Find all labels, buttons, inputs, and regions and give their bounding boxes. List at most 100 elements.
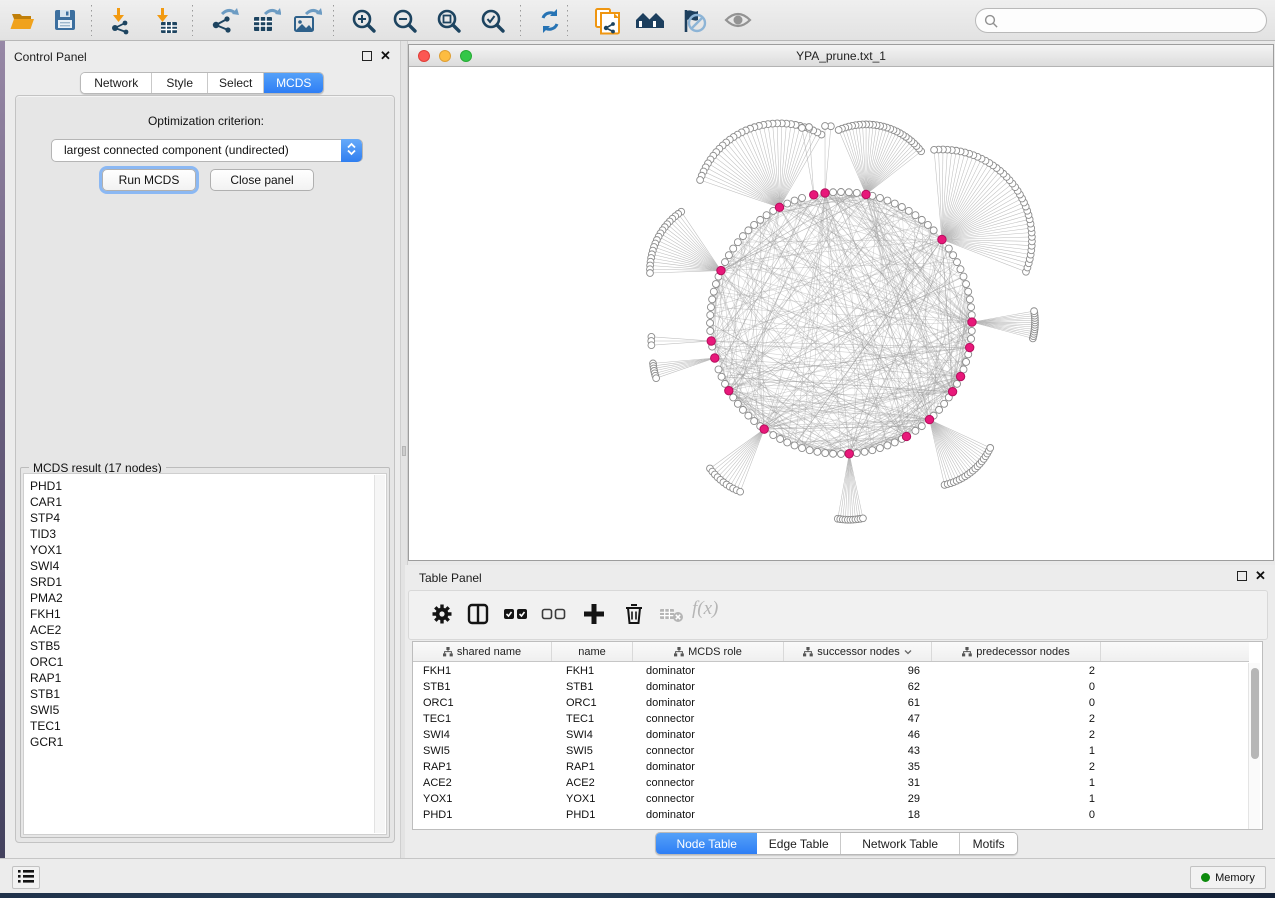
close-panel-button[interactable]: Close panel bbox=[210, 169, 314, 191]
table-row[interactable]: STB1STB1dominator620 bbox=[413, 679, 1249, 695]
tab-network[interactable]: Network bbox=[81, 73, 152, 93]
close-table-panel-icon[interactable]: ✕ bbox=[1255, 571, 1266, 581]
table-row[interactable]: PHD1PHD1dominator180 bbox=[413, 807, 1249, 823]
mcds-result-item[interactable]: PHD1 bbox=[24, 478, 374, 494]
table-row[interactable]: ACE2ACE2connector311 bbox=[413, 775, 1249, 791]
table-row[interactable]: FKH1FKH1dominator962 bbox=[413, 663, 1249, 679]
import-table-icon[interactable] bbox=[151, 7, 181, 35]
mcds-result-list[interactable]: PHD1CAR1STP4TID3YOX1SWI4SRD1PMA2FKH1ACE2… bbox=[23, 473, 387, 835]
cell: RAP1 bbox=[413, 759, 552, 775]
table-row[interactable]: SWI4SWI4dominator462 bbox=[413, 727, 1249, 743]
float-table-panel-icon[interactable] bbox=[1237, 571, 1247, 581]
export-table-icon[interactable] bbox=[251, 7, 281, 35]
add-column-icon[interactable] bbox=[579, 601, 609, 629]
zoom-fit-icon[interactable] bbox=[434, 7, 464, 35]
network-window-title: YPA_prune.txt_1 bbox=[796, 49, 886, 63]
cell: SWI5 bbox=[413, 743, 552, 759]
tab-select[interactable]: Select bbox=[208, 73, 265, 93]
table-row[interactable]: YOX1YOX1connector291 bbox=[413, 791, 1249, 807]
mcds-result-item[interactable]: SWI4 bbox=[24, 558, 374, 574]
application-window: Control Panel ✕ NetworkStyleSelectMCDS O… bbox=[0, 0, 1275, 893]
cell: connector bbox=[633, 791, 784, 807]
export-image-icon[interactable] bbox=[292, 7, 322, 35]
run-mcds-button[interactable]: Run MCDS bbox=[102, 169, 196, 191]
float-panel-icon[interactable] bbox=[362, 51, 372, 61]
cell: 0 bbox=[932, 679, 1101, 695]
mcds-result-item[interactable]: TID3 bbox=[24, 526, 374, 542]
table-row[interactable]: RAP1RAP1dominator352 bbox=[413, 759, 1249, 775]
table-vertical-scrollbar[interactable] bbox=[1248, 663, 1260, 829]
mcds-result-item[interactable]: PMA2 bbox=[24, 590, 374, 606]
show-eye-icon[interactable] bbox=[723, 7, 753, 35]
refresh-layout-icon[interactable] bbox=[535, 7, 565, 35]
table-row[interactable]: TEC1TEC1connector472 bbox=[413, 711, 1249, 727]
mcds-result-item[interactable]: CAR1 bbox=[24, 494, 374, 510]
mcds-result-item[interactable]: SWI5 bbox=[24, 702, 374, 718]
memory-button[interactable]: Memory bbox=[1190, 866, 1266, 889]
status-bar: Memory bbox=[0, 858, 1275, 893]
tab-style[interactable]: Style bbox=[152, 73, 208, 93]
node-table[interactable]: shared namenameMCDS rolesuccessor nodesp… bbox=[412, 641, 1263, 830]
network-window-titlebar[interactable]: YPA_prune.txt_1 bbox=[409, 45, 1273, 67]
column-header-successor-nodes[interactable]: successor nodes bbox=[784, 642, 932, 661]
mcds-result-item[interactable]: RAP1 bbox=[24, 670, 374, 686]
zoom-in-icon[interactable] bbox=[349, 7, 379, 35]
select-all-columns-icon[interactable] bbox=[501, 601, 531, 629]
optimization-criterion-select[interactable]: largest connected component (undirected) bbox=[51, 139, 363, 162]
tab-motifs[interactable]: Motifs bbox=[960, 833, 1017, 854]
duplicate-network-icon[interactable] bbox=[592, 7, 622, 35]
mcds-result-item[interactable]: STP4 bbox=[24, 510, 374, 526]
maximize-window-icon[interactable] bbox=[460, 50, 472, 62]
cell: dominator bbox=[633, 695, 784, 711]
cell: SWI5 bbox=[552, 743, 633, 759]
table-toolbar: f(x) bbox=[408, 590, 1268, 640]
close-panel-icon[interactable]: ✕ bbox=[380, 51, 391, 61]
save-session-icon[interactable] bbox=[50, 7, 80, 35]
criterion-selected-value: largest connected component (undirected) bbox=[64, 143, 289, 157]
delete-table-icon[interactable] bbox=[657, 601, 687, 629]
cell: ORC1 bbox=[413, 695, 552, 711]
mcds-result-item[interactable]: ACE2 bbox=[24, 622, 374, 638]
column-header-shared-name[interactable]: shared name bbox=[413, 642, 552, 661]
cell: 62 bbox=[784, 679, 932, 695]
list-scrollbar-track[interactable] bbox=[374, 475, 385, 833]
mcds-result-item[interactable]: GCR1 bbox=[24, 734, 374, 750]
table-row[interactable]: ORC1ORC1dominator610 bbox=[413, 695, 1249, 711]
tab-mcds[interactable]: MCDS bbox=[264, 73, 323, 93]
zoom-selected-icon[interactable] bbox=[478, 7, 508, 35]
open-file-icon[interactable] bbox=[8, 7, 38, 35]
export-network-icon[interactable] bbox=[209, 7, 239, 35]
scrollbar-thumb[interactable] bbox=[1251, 668, 1259, 759]
cell: PHD1 bbox=[552, 807, 633, 823]
deselect-all-columns-icon[interactable] bbox=[539, 601, 569, 629]
close-window-icon[interactable] bbox=[418, 50, 430, 62]
mcds-result-item[interactable]: TEC1 bbox=[24, 718, 374, 734]
mcds-result-item[interactable]: FKH1 bbox=[24, 606, 374, 622]
mcds-result-item[interactable]: ORC1 bbox=[24, 654, 374, 670]
tab-edge-table[interactable]: Edge Table bbox=[757, 833, 841, 854]
tab-node-table[interactable]: Node Table bbox=[656, 833, 757, 854]
function-builder-icon[interactable]: f(x) bbox=[692, 598, 718, 620]
cell: ORC1 bbox=[552, 695, 633, 711]
column-header-predecessor-nodes[interactable]: predecessor nodes bbox=[932, 642, 1101, 661]
table-panel-mode-icon[interactable] bbox=[463, 601, 493, 629]
mcds-result-item[interactable]: STB1 bbox=[24, 686, 374, 702]
splitter-grip bbox=[402, 446, 406, 456]
import-network-icon[interactable] bbox=[107, 7, 137, 35]
home-layouts-icon[interactable] bbox=[635, 7, 665, 35]
search-input[interactable] bbox=[975, 8, 1267, 33]
delete-column-icon[interactable] bbox=[619, 601, 649, 629]
table-row[interactable]: SWI5SWI5connector431 bbox=[413, 743, 1249, 759]
tab-network-table[interactable]: Network Table bbox=[841, 833, 960, 854]
mcds-result-item[interactable]: STB5 bbox=[24, 638, 374, 654]
show-panels-list-icon[interactable] bbox=[12, 866, 40, 889]
table-gear-icon[interactable] bbox=[427, 601, 457, 629]
zoom-out-icon[interactable] bbox=[390, 7, 420, 35]
column-header-MCDS-role[interactable]: MCDS role bbox=[633, 642, 784, 661]
column-header-name[interactable]: name bbox=[552, 642, 633, 661]
network-canvas[interactable] bbox=[410, 67, 1272, 560]
minimize-window-icon[interactable] bbox=[439, 50, 451, 62]
mcds-result-item[interactable]: YOX1 bbox=[24, 542, 374, 558]
hide-flagged-icon[interactable] bbox=[678, 7, 708, 35]
mcds-result-item[interactable]: SRD1 bbox=[24, 574, 374, 590]
